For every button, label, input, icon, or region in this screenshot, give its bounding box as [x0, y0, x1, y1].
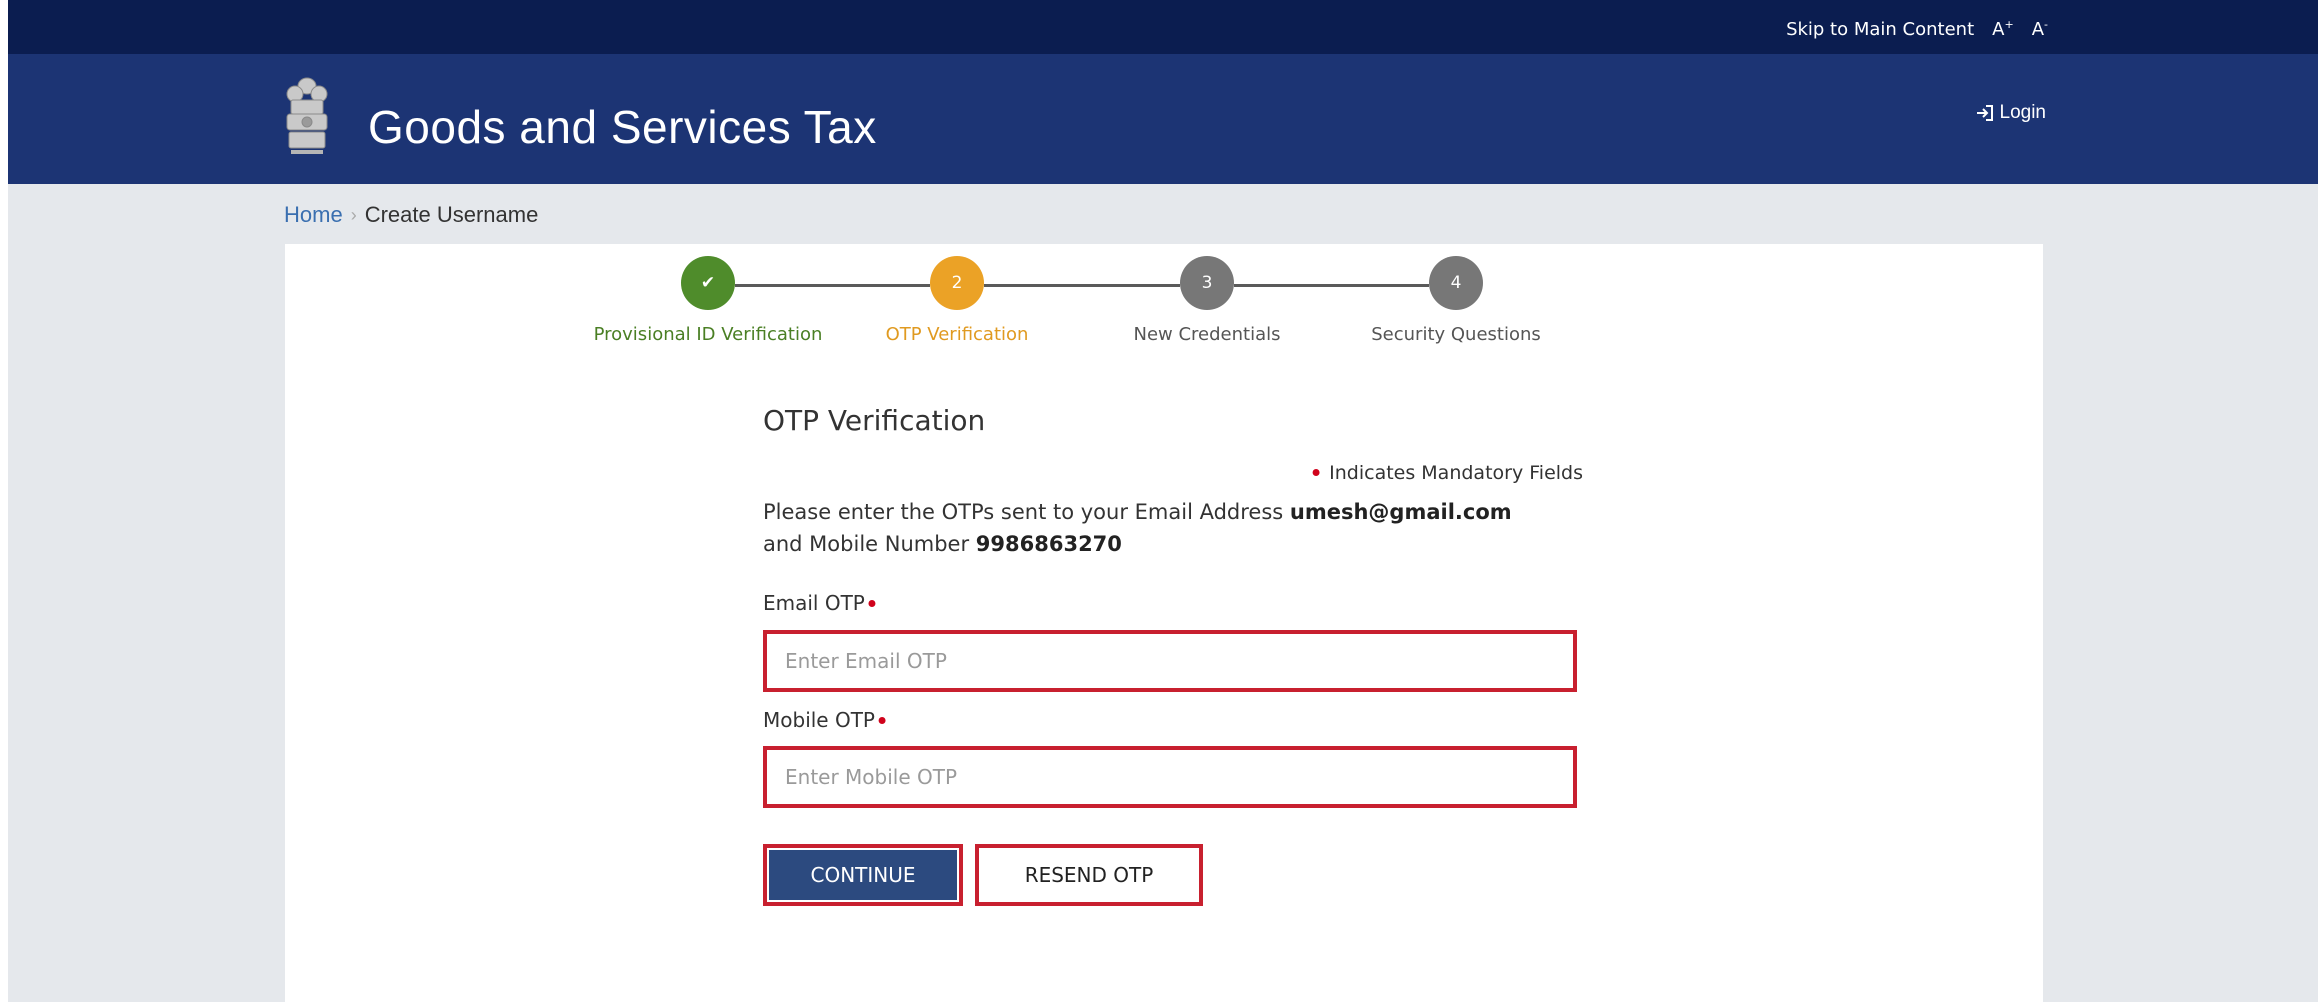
page-frame: Skip to Main Content A+ A- Goods and Ser…: [8, 0, 2318, 1002]
step-3-number: 3: [1201, 273, 1213, 293]
step-2-label: OTP Verification: [885, 324, 1029, 345]
step-2-circle: 2: [930, 256, 984, 310]
resend-otp-button[interactable]: RESEND OTP: [975, 844, 1203, 906]
step-4-number: 4: [1450, 273, 1462, 293]
mobile-otp-label-text: Mobile OTP: [763, 708, 875, 732]
mobile-otp-label: Mobile OTP•: [763, 708, 889, 734]
mandatory-note-text: Indicates Mandatory Fields: [1329, 462, 1583, 484]
mobile-number: 9986863270: [975, 532, 1122, 556]
required-dot-icon: •: [1308, 459, 1324, 488]
mobile-otp-input[interactable]: [763, 746, 1577, 808]
login-icon: [1976, 105, 1993, 121]
step-connector: [984, 284, 1180, 287]
email-otp-label-text: Email OTP: [763, 591, 865, 615]
step-connector: [1234, 284, 1429, 287]
national-emblem-icon[interactable]: [283, 76, 331, 158]
login-link[interactable]: Login: [1976, 102, 2047, 124]
otp-instructions: Please enter the OTPs sent to your Email…: [763, 496, 1603, 560]
site-header: Goods and Services Tax Login: [8, 54, 2318, 184]
email-otp-label: Email OTP•: [763, 591, 879, 617]
font-increase-sup: +: [2004, 18, 2014, 31]
font-increase-label: A: [1992, 19, 2005, 40]
breadcrumb: Home › Create Username: [284, 202, 538, 228]
required-dot-icon: •: [864, 590, 880, 619]
breadcrumb-separator-icon: ›: [350, 204, 357, 225]
login-label: Login: [1999, 102, 2047, 123]
form-title: OTP Verification: [763, 404, 986, 437]
breadcrumb-current: Create Username: [364, 202, 539, 227]
required-dot-icon: •: [874, 707, 890, 736]
instruction-middle: and Mobile Number: [763, 532, 976, 556]
font-decrease-label: A: [2031, 19, 2045, 40]
font-increase-button[interactable]: A+: [1992, 18, 2014, 40]
step-1-label: Provisional ID Verification: [593, 324, 823, 345]
step-1-circle: ✔: [681, 256, 735, 310]
email-otp-input[interactable]: [763, 630, 1577, 692]
checkmark-icon: ✔: [700, 273, 716, 293]
step-connector: [735, 284, 930, 287]
email-address: umesh@gmail.com: [1289, 500, 1512, 524]
instruction-prefix: Please enter the OTPs sent to your Email…: [763, 500, 1290, 524]
top-utility-bar: Skip to Main Content A+ A-: [8, 0, 2318, 54]
mandatory-note: • Indicates Mandatory Fields: [1309, 462, 1583, 486]
font-decrease-sup: -: [2044, 18, 2048, 31]
utility-links: Skip to Main Content A+ A-: [1786, 18, 2048, 40]
skip-to-main-content-link[interactable]: Skip to Main Content: [1786, 19, 1974, 40]
progress-stepper: ✔ 2 3 4 Provisional ID Verification OTP …: [285, 244, 2043, 364]
breadcrumb-home-link[interactable]: Home: [284, 202, 343, 228]
otp-form: OTP Verification • Indicates Mandatory F…: [763, 404, 1583, 906]
step-2-number: 2: [951, 273, 963, 293]
step-4-label: Security Questions: [1371, 324, 1541, 345]
site-title[interactable]: Goods and Services Tax: [368, 100, 877, 154]
step-4-circle: 4: [1429, 256, 1483, 310]
font-decrease-button[interactable]: A-: [2032, 18, 2048, 40]
step-3-circle: 3: [1180, 256, 1234, 310]
continue-button[interactable]: CONTINUE: [763, 844, 963, 906]
step-3-label: New Credentials: [1133, 324, 1281, 345]
main-card: ✔ 2 3 4 Provisional ID Verification OTP …: [285, 244, 2043, 1002]
